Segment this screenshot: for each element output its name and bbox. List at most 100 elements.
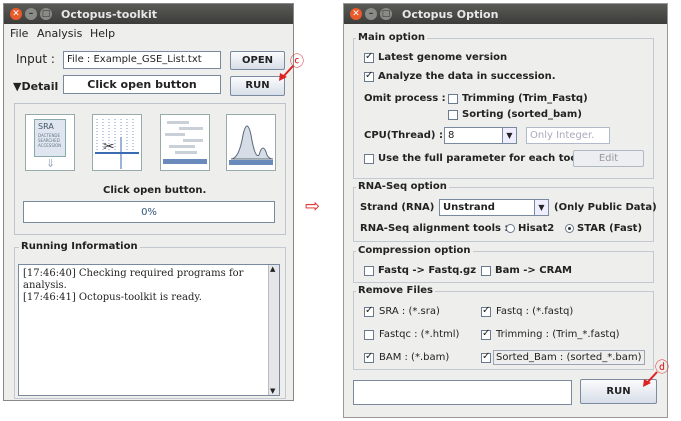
- main-option-group: Main option Latest genome version Analyz…: [353, 32, 654, 179]
- cpu-value: 8: [448, 130, 455, 141]
- bottom-text-field[interactable]: [353, 380, 572, 405]
- log-line: [17:46:41] Octopus-toolkit is ready.: [23, 292, 202, 303]
- rnaseq-option-title: RNA-Seq option: [356, 181, 449, 192]
- remove-sorted-bam-checkbox[interactable]: [481, 351, 491, 363]
- pipeline-panel: SRA DACTENDE SEARCHED ACCESSION ⇓ ✂ Clic…: [14, 103, 286, 235]
- download-arrow-icon: ⇓: [46, 157, 56, 170]
- octopus-toolkit-window: ✕ – □ Octopus-toolkit File Analysis Help…: [3, 3, 294, 401]
- alignment-tools-label: RNA-Seq alignment tools :: [360, 223, 509, 234]
- omit-process-label: Omit process :: [364, 93, 446, 104]
- progress-label: 0%: [141, 207, 157, 218]
- cpu-integer-placeholder: Only Integer.: [530, 130, 595, 141]
- remove-fastqc-label: Fastqc : (*.html): [379, 329, 460, 340]
- log-line: analysis.: [23, 280, 67, 291]
- peak-icon: [229, 125, 274, 165]
- input-label: Input :: [16, 52, 55, 66]
- succession-checkbox[interactable]: [364, 70, 374, 82]
- annotation-c-arrow: [279, 65, 294, 81]
- minimize-option-button[interactable]: –: [365, 8, 377, 20]
- remove-fastqc-checkbox[interactable]: [364, 330, 374, 340]
- close-window-button[interactable]: ✕: [10, 8, 22, 20]
- star-radio[interactable]: [565, 224, 574, 233]
- edit-button[interactable]: Edit: [573, 150, 644, 167]
- cpu-select[interactable]: 8 ▼: [444, 127, 517, 144]
- minimize-window-button[interactable]: –: [25, 8, 37, 20]
- remove-trimming-checkbox[interactable]: [481, 328, 491, 340]
- strand-value: Unstrand: [443, 202, 495, 213]
- octopus-option-window: ✕ – □ Octopus Option Main option Latest …: [343, 3, 668, 418]
- sra-tile: SRA DACTENDE SEARCHED ACCESSION ⇓: [25, 114, 75, 171]
- log-area[interactable]: [17:46:40] Checking required programs fo…: [18, 264, 280, 396]
- running-info-title: Running Information: [19, 241, 140, 252]
- remove-sorted-bam-label: Sorted_Bam : (sorted_*.bam): [493, 350, 645, 365]
- remove-fastq-label: Fastq : (*.fastq): [496, 306, 574, 317]
- compression-option-title: Compression option: [356, 245, 473, 256]
- succession-label: Analyze the data in succession.: [378, 71, 556, 82]
- cpu-integer-input[interactable]: Only Integer.: [526, 127, 610, 144]
- flow-arrow-icon: ⇨: [305, 196, 321, 217]
- latest-genome-checkbox[interactable]: [364, 51, 374, 63]
- svg-text:✂: ✂: [103, 139, 115, 155]
- full-parameter-label: Use the full parameter for each tool.: [378, 153, 585, 164]
- remove-sra-label: SRA : (*.sra): [379, 306, 440, 317]
- peak-tile: [226, 114, 276, 171]
- latest-genome-label: Latest genome version: [378, 52, 508, 63]
- menu-file[interactable]: File: [10, 27, 28, 40]
- trimming-checkbox[interactable]: [448, 94, 458, 104]
- progress-bar: 0%: [23, 201, 275, 223]
- scroll-down-icon[interactable]: ▼: [270, 387, 275, 395]
- menu-help[interactable]: Help: [90, 27, 115, 40]
- star-label: STAR (Fast): [577, 223, 643, 234]
- trimming-label: Trimming (Trim_Fastq): [462, 93, 588, 104]
- option-title-bar: ✕ – □ Octopus Option: [344, 4, 667, 24]
- sra-tile-label: SRA: [38, 122, 54, 131]
- annotation-d-arrow: [643, 371, 658, 387]
- strand-label: Strand (RNA) :: [360, 202, 442, 213]
- sorting-checkbox[interactable]: [448, 110, 458, 120]
- input-file-field[interactable]: File : Example_GSE_List.txt: [63, 51, 221, 69]
- cpu-label: CPU(Thread) :: [364, 130, 443, 141]
- strand-select[interactable]: Unstrand ▼: [439, 199, 549, 216]
- fastq-gz-label: Fastq -> Fastq.gz: [378, 265, 477, 276]
- scissors-icon: ✂: [95, 119, 139, 169]
- sra-icon: SRA DACTENDE SEARCHED ACCESSION: [34, 119, 66, 157]
- fastq-gz-checkbox[interactable]: [364, 266, 374, 276]
- menu-analysis[interactable]: Analysis: [37, 27, 82, 40]
- sra-tile-sub-3: ACCESSION: [38, 143, 62, 148]
- remove-sra-checkbox[interactable]: [364, 305, 374, 317]
- window-title: Octopus-toolkit: [61, 8, 157, 21]
- log-text: [17:46:40] Checking required programs fo…: [23, 268, 243, 304]
- remove-trimming-label: Trimming : (Trim_*.fastq): [496, 329, 620, 340]
- status-text: Click open button: [87, 78, 197, 91]
- remove-bam-label: BAM : (*.bam): [379, 352, 450, 363]
- maximize-option-button[interactable]: □: [380, 8, 392, 20]
- remove-fastq-checkbox[interactable]: [481, 305, 491, 317]
- bam-cram-label: Bam -> CRAM: [495, 265, 573, 276]
- main-option-title: Main option: [356, 32, 427, 43]
- title-bar: ✕ – □ Octopus-toolkit: [4, 4, 293, 24]
- log-line: [17:46:40] Checking required programs fo…: [23, 268, 244, 279]
- chevron-down-icon[interactable]: ▼: [534, 200, 548, 215]
- chevron-down-icon[interactable]: ▼: [502, 128, 516, 143]
- bam-cram-checkbox[interactable]: [481, 266, 491, 276]
- remove-files-title: Remove Files: [356, 285, 435, 296]
- menu-bar: File Analysis Help: [4, 25, 293, 42]
- detail-toggle[interactable]: ▼Detail: [13, 80, 58, 93]
- input-file-value: File : Example_GSE_List.txt: [67, 54, 202, 65]
- alignment-tile: [160, 114, 210, 171]
- option-window-title: Octopus Option: [402, 8, 499, 21]
- hisat2-radio[interactable]: [506, 224, 515, 233]
- scroll-up-icon[interactable]: ▲: [270, 265, 275, 273]
- close-option-button[interactable]: ✕: [350, 8, 362, 20]
- compression-option-group: Compression option Fastq -> Fastq.gz Bam…: [353, 245, 654, 283]
- maximize-window-button[interactable]: □: [40, 8, 52, 20]
- progress-caption: Click open button.: [103, 185, 207, 196]
- log-scrollbar[interactable]: ▲ ▼: [268, 265, 279, 395]
- hisat2-label: Hisat2: [518, 223, 555, 234]
- rnaseq-option-group: RNA-Seq option Strand (RNA) : Unstrand ▼…: [353, 181, 657, 242]
- sorting-label: Sorting (sorted_bam): [462, 109, 582, 120]
- status-field: Click open button: [63, 75, 221, 94]
- strand-note: (Only Public Data): [554, 202, 657, 213]
- remove-bam-checkbox[interactable]: [364, 351, 374, 363]
- full-parameter-checkbox[interactable]: [364, 154, 374, 164]
